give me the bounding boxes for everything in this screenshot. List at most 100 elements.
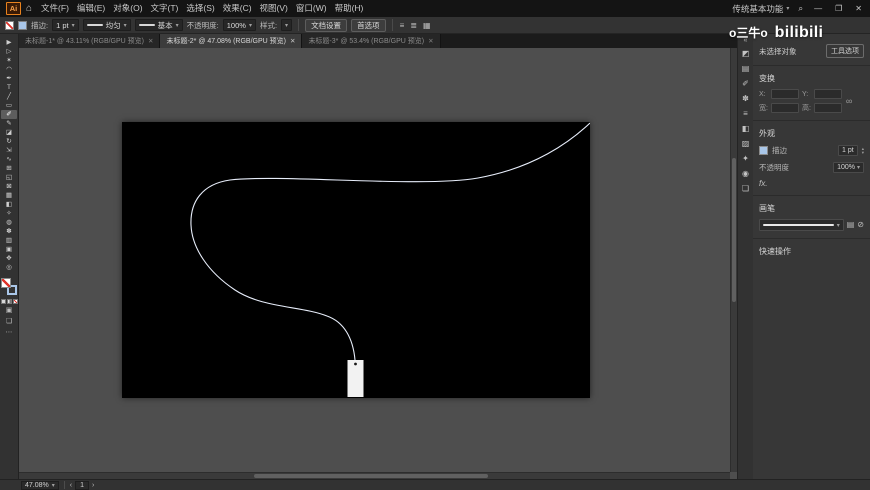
magic-wand-tool[interactable]: ✶ [1,56,17,65]
artboard-tool[interactable]: ▣ [1,245,17,254]
tab-close-icon[interactable]: ✕ [290,37,295,45]
fill-color-swatch[interactable] [5,20,14,30]
style-select[interactable]: ▾ [281,19,293,31]
x-field[interactable] [770,89,799,99]
fill-indicator-swatch[interactable] [1,278,11,288]
opacity-field[interactable]: 100% ▾ [222,19,256,31]
home-icon[interactable]: ⌂ [26,0,32,17]
brush-libraries-icon[interactable]: ▤ [847,220,855,230]
type-tool[interactable]: T [1,83,17,92]
width-field[interactable] [770,103,799,113]
stroke-weight-stepper[interactable]: ▴ ▾ [862,147,864,154]
height-field[interactable] [813,103,842,113]
pen-tool[interactable]: ✒ [1,74,17,83]
graphic-styles-panel-icon[interactable]: ✦ [739,154,753,164]
shape-builder-tool[interactable]: ◱ [1,173,17,182]
menu-type[interactable]: 文字(T) [147,0,183,17]
width-tool[interactable]: ∿ [1,155,17,164]
effects-icon[interactable]: fx. [759,179,864,188]
menu-effect[interactable]: 效果(C) [219,0,256,17]
remove-brush-stroke-icon[interactable]: ⊘ [857,220,864,230]
align-vertical-icon[interactable]: ≣ [409,21,418,30]
minimize-button[interactable]: — [812,4,824,13]
menu-select[interactable]: 选择(S) [182,0,218,17]
menu-window[interactable]: 窗口(W) [292,0,331,17]
free-transform-tool[interactable]: ⊞ [1,164,17,173]
color-button[interactable] [0,299,6,304]
search-icon[interactable]: ⌕ [798,3,803,14]
tab-close-icon[interactable]: ✕ [148,37,153,45]
direct-selection-tool[interactable]: ▷ [1,47,17,56]
rotate-tool[interactable]: ↻ [1,137,17,146]
tool-options-button[interactable]: 工具选项 [826,44,864,58]
stroke-weight-field[interactable]: 1 pt [838,145,858,156]
color-panel-icon[interactable]: ◩ [739,49,753,59]
document-tab-2[interactable]: 未标题-2* @ 47.08% (RGB/GPU 预览) ✕ [160,34,303,48]
stepper-down-icon[interactable]: ▾ [862,150,864,155]
gradient-tool[interactable]: ◧ [1,200,17,209]
rectangle-tool[interactable]: ▭ [1,101,17,110]
stroke-color-swatch[interactable] [18,20,27,30]
zoom-tool[interactable]: ◎ [1,263,17,272]
menu-edit[interactable]: 编辑(E) [73,0,109,17]
white-rectangle-shape[interactable] [347,360,364,397]
transparency-panel-icon[interactable]: ▨ [739,139,753,149]
artboard[interactable] [122,122,590,398]
brush-path[interactable] [190,122,590,361]
menu-help[interactable]: 帮助(H) [331,0,368,17]
fill-stroke-indicator[interactable] [1,278,17,295]
menu-file[interactable]: 文件(F) [37,0,73,17]
tab-close-icon[interactable]: ✕ [428,37,433,45]
line-segment-tool[interactable]: ╱ [1,92,17,101]
lasso-tool[interactable]: ◠ [1,65,17,74]
menu-view[interactable]: 视图(V) [256,0,292,17]
previous-artboard-icon[interactable]: ‹ [70,482,72,489]
document-setup-button[interactable]: 文档设置 [305,18,348,32]
horizontal-scrollbar[interactable] [19,472,730,479]
horizontal-scrollbar-thumb[interactable] [253,474,489,478]
workspace-switcher[interactable]: 传统基本功能 ▾ [732,3,789,15]
menu-object[interactable]: 对象(O) [109,0,146,17]
hand-tool[interactable]: ✥ [1,254,17,263]
gradient-button[interactable] [6,299,12,304]
blend-tool[interactable]: ◍ [1,218,17,227]
anchor-point[interactable] [354,362,357,366]
stroke-panel-icon[interactable]: ≡ [739,109,753,119]
column-graph-tool[interactable]: ▥ [1,236,17,245]
canvas-area[interactable] [19,48,737,479]
none-button[interactable] [12,299,18,304]
width-profile-select[interactable]: 均匀 ▾ [82,19,131,31]
stroke-weight-field[interactable]: 1 pt ▾ [52,19,79,31]
expand-panels-icon[interactable]: « [744,37,748,44]
symbol-sprayer-tool[interactable]: ✽ [1,227,17,236]
scale-tool[interactable]: ⇲ [1,146,17,155]
brush-definition-select[interactable]: 基本 ▾ [134,19,183,31]
perspective-grid-tool[interactable]: ⊠ [1,182,17,191]
brushes-panel-icon[interactable]: ✐ [739,79,753,89]
screen-mode-icon[interactable]: ❏ [6,318,12,326]
opacity-field[interactable]: 100% ▾ [833,162,864,173]
draw-mode-icon[interactable]: ▣ [6,307,13,315]
zoom-level-select[interactable]: 47.08% ▾ [21,480,59,490]
brush-preview-select[interactable]: ▾ [759,219,844,231]
eraser-tool[interactable]: ◪ [1,128,17,137]
preferences-button[interactable]: 首选项 [351,18,386,32]
gradient-panel-icon[interactable]: ◧ [739,124,753,134]
next-artboard-icon[interactable]: › [92,482,94,489]
restore-button[interactable]: ❐ [833,4,844,13]
layers-panel-icon[interactable]: ❏ [739,184,753,194]
close-button[interactable]: ✕ [853,4,864,13]
align-horizontal-icon[interactable]: ≡ [399,21,406,30]
y-field[interactable] [813,89,842,99]
mesh-tool[interactable]: ▦ [1,191,17,200]
selection-tool[interactable]: ▶ [1,38,17,47]
eyedropper-tool[interactable]: ✧ [1,209,17,218]
artboard-number-field[interactable]: 1 [75,480,90,490]
symbols-panel-icon[interactable]: ✽ [739,94,753,104]
arrange-icon[interactable]: ▦ [422,21,432,30]
document-tab-3[interactable]: 未标题-3* @ 53.4% (RGB/GPU 预览) ✕ [302,34,441,48]
stroke-color-swatch[interactable] [759,146,768,155]
swatches-panel-icon[interactable]: ▤ [739,64,753,74]
vertical-scrollbar[interactable] [730,48,737,472]
appearance-panel-icon[interactable]: ◉ [739,169,753,179]
